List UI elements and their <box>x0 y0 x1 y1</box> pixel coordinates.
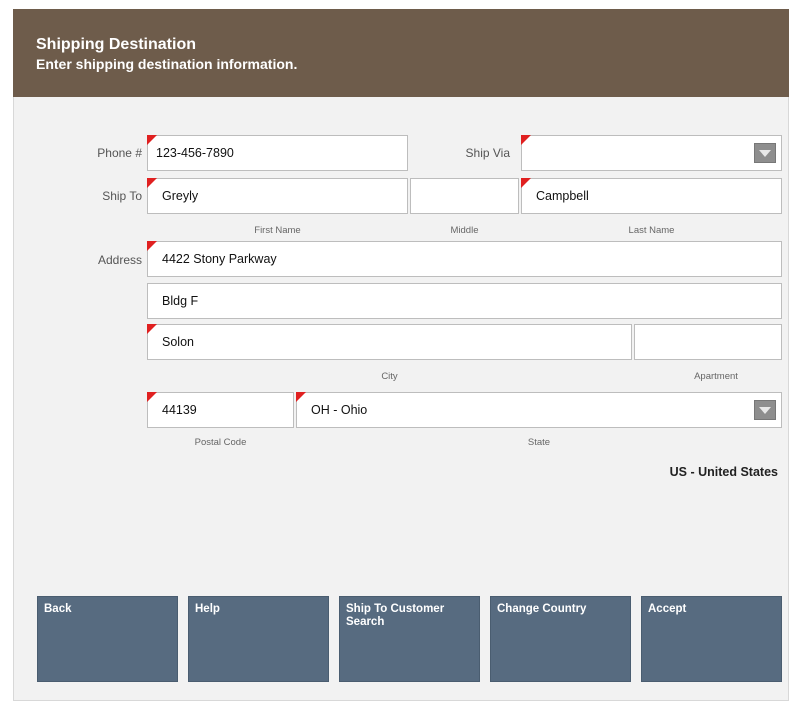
help-button[interactable]: Help <box>188 596 329 682</box>
ship-via-select[interactable] <box>521 135 782 171</box>
required-marker <box>296 392 306 402</box>
ship-to-customer-search-button[interactable]: Ship To Customer Search <box>339 596 480 682</box>
state-select[interactable]: OH - Ohio <box>296 392 782 428</box>
first-name-value: Greyly <box>162 189 199 203</box>
state-value: OH - Ohio <box>311 403 368 417</box>
required-marker <box>147 392 157 402</box>
city-value: Solon <box>162 335 194 349</box>
address-line1-field[interactable]: 4422 Stony Parkway <box>147 241 782 277</box>
middle-sublabel: Middle <box>450 225 479 236</box>
address-line2-field[interactable]: Bldg F <box>147 283 782 319</box>
chevron-down-icon[interactable] <box>754 143 776 163</box>
chevron-down-icon[interactable] <box>754 400 776 420</box>
phone-value: 123-456-7890 <box>156 146 234 160</box>
required-marker <box>521 178 531 188</box>
last-name-value: Campbell <box>536 189 589 203</box>
first-name-field[interactable]: Greyly <box>147 178 408 214</box>
ship-to-label: Ship To <box>102 189 142 203</box>
state-sublabel: State <box>527 437 551 448</box>
city-field[interactable]: Solon <box>147 324 632 360</box>
first-name-sublabel: First Name <box>254 225 301 236</box>
required-marker <box>147 178 157 188</box>
apartment-field[interactable] <box>634 324 782 360</box>
header-bar: Shipping Destination Enter shipping dest… <box>13 9 789 97</box>
address-line2-value: Bldg F <box>162 294 199 308</box>
phone-label: Phone # <box>97 146 142 160</box>
last-name-sublabel: Last Name <box>628 225 675 236</box>
change-country-button[interactable]: Change Country <box>490 596 631 682</box>
page-title: Shipping Destination <box>36 36 196 53</box>
address-label: Address <box>97 253 142 267</box>
address-line1-value: 4422 Stony Parkway <box>162 252 277 266</box>
postal-code-value: 44139 <box>162 403 197 417</box>
country-display: US - United States <box>669 465 778 479</box>
postal-code-field[interactable]: 44139 <box>147 392 294 428</box>
last-name-field[interactable]: Campbell <box>521 178 782 214</box>
required-marker <box>147 135 157 145</box>
page-subtitle: Enter shipping destination information. <box>36 56 298 72</box>
required-marker <box>147 324 157 334</box>
postal-code-sublabel: Postal Code <box>194 437 247 448</box>
accept-button[interactable]: Accept <box>641 596 782 682</box>
city-sublabel: City <box>381 371 398 382</box>
required-marker <box>147 241 157 251</box>
middle-name-field[interactable] <box>410 178 519 214</box>
back-button[interactable]: Back <box>37 596 178 682</box>
required-marker <box>521 135 531 145</box>
ship-via-label: Ship Via <box>465 146 510 160</box>
apartment-sublabel: Apartment <box>694 371 738 382</box>
phone-field[interactable]: 123-456-7890 <box>147 135 408 171</box>
